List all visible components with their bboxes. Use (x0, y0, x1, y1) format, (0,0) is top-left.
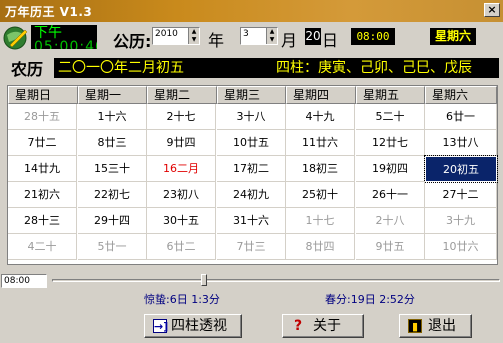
time-value[interactable]: 08:00 (351, 28, 395, 45)
time-slider-track[interactable] (52, 279, 500, 282)
day-cell[interactable]: 25初十 (286, 182, 355, 208)
year-stepper[interactable]: 2010 ▲ ▼ (152, 27, 200, 45)
weekday-header: 星期六 (425, 86, 497, 104)
day-cell[interactable]: 7廿二 (8, 130, 77, 156)
day-cell[interactable]: 1十七 (286, 208, 355, 234)
weekday-header: 星期五 (356, 86, 425, 104)
day-cell[interactable]: 17初二 (217, 156, 286, 182)
sizhu-button[interactable]: →] 四柱透视 (144, 314, 242, 338)
day-cell[interactable]: 11廿六 (286, 130, 355, 156)
weekday-header: 星期一 (78, 86, 147, 104)
year-spin-buttons[interactable]: ▲ ▼ (188, 28, 199, 44)
year-unit: 年 (208, 31, 225, 50)
solar-term-jingzhe: 惊蛰:6日 1:3分 (144, 293, 220, 306)
day-cell[interactable]: 18初三 (286, 156, 355, 182)
question-icon: ? (293, 318, 303, 334)
day-cell[interactable]: 28十三 (8, 208, 77, 234)
day-cell[interactable]: 31十六 (217, 208, 286, 234)
day-cell[interactable]: 27十二 (425, 182, 497, 208)
time-slider-value[interactable]: 08:00 (1, 274, 47, 288)
day-value[interactable]: 20 (305, 28, 321, 45)
exit-button-label: 退出 (428, 318, 456, 334)
day-cell[interactable]: 21初六 (8, 182, 77, 208)
door-icon: ▮ (408, 319, 422, 333)
day-cell[interactable]: 2十八 (356, 208, 425, 234)
day-cell[interactable]: 6廿一 (425, 104, 497, 130)
day-cell[interactable]: 22初七 (78, 182, 147, 208)
day-cell[interactable]: 8廿三 (78, 130, 147, 156)
day-cell[interactable]: 15三十 (78, 156, 147, 182)
weekday-header: 星期三 (217, 86, 286, 104)
clock-display: 下午 05:00:40 (31, 25, 97, 49)
clock-time: 05:00:40 (34, 39, 97, 49)
day-cell[interactable]: 13廿八 (425, 130, 497, 156)
window-title: 万年历王 V1.3 (5, 5, 93, 19)
spin-up-icon[interactable]: ▲ (189, 28, 199, 36)
day-cell[interactable]: 6廿二 (147, 234, 216, 260)
day-cell-month-start[interactable]: 16二月 (147, 156, 216, 182)
day-cell[interactable]: 2十七 (147, 104, 216, 130)
day-unit: 日 (322, 31, 339, 50)
close-button[interactable]: × (484, 3, 500, 17)
about-button-label: 关于 (313, 318, 341, 334)
spin-up-icon[interactable]: ▲ (267, 28, 277, 36)
day-cell[interactable]: 26十一 (356, 182, 425, 208)
spin-down-icon[interactable]: ▼ (267, 36, 277, 44)
sizhu-button-label: 四柱透视 (171, 318, 227, 334)
lunar-date: 二〇一〇年二月初五 (58, 60, 184, 76)
day-cell[interactable]: 28十五 (8, 104, 77, 130)
day-cell[interactable]: 5廿一 (78, 234, 147, 260)
weekday-header: 星期日 (8, 86, 78, 104)
day-cell-selected[interactable]: 20初五 (424, 155, 498, 183)
lunar-info-bar: 二〇一〇年二月初五 四柱：庚寅、己卯、己巳、戊辰 (54, 58, 499, 78)
day-cell[interactable]: 5二十 (356, 104, 425, 130)
day-cell[interactable]: 10廿五 (217, 130, 286, 156)
day-cell[interactable]: 1十六 (78, 104, 147, 130)
day-cell[interactable]: 4二十 (8, 234, 77, 260)
weekday-header: 星期二 (147, 86, 217, 104)
day-cell[interactable]: 10廿六 (425, 234, 497, 260)
day-cell[interactable]: 4十九 (286, 104, 355, 130)
solar-label: 公历: (113, 32, 152, 51)
solar-term-chunfen: 春分:19日 2:52分 (325, 293, 415, 306)
calendar-header: 星期日 星期一 星期二 星期三 星期四 星期五 星期六 (8, 86, 497, 104)
day-cell[interactable]: 8廿四 (286, 234, 355, 260)
day-cell[interactable]: 7廿三 (217, 234, 286, 260)
calendar-globe-icon (3, 25, 29, 51)
day-cell[interactable]: 24初九 (217, 182, 286, 208)
weekday-value: 星期六 (430, 28, 476, 45)
day-cell[interactable]: 3十八 (217, 104, 286, 130)
exit-button[interactable]: ▮ 退出 (399, 314, 472, 338)
day-cell[interactable]: 23初八 (147, 182, 216, 208)
day-cell[interactable]: 3十九 (425, 208, 497, 234)
weekday-header: 星期四 (286, 86, 356, 104)
year-value: 2010 (155, 29, 178, 39)
month-spin-buttons[interactable]: ▲ ▼ (266, 28, 277, 44)
arrow-in-icon: →] (153, 319, 169, 333)
day-cell[interactable]: 14廿九 (8, 156, 77, 182)
about-button[interactable]: ? 关于 (282, 314, 364, 338)
month-stepper[interactable]: 3 ▲ ▼ (240, 27, 278, 45)
sizhu-text: 四柱：庚寅、己卯、己巳、戊辰 (276, 60, 472, 76)
month-unit: 月 (281, 31, 298, 50)
day-cell[interactable]: 12廿七 (356, 130, 425, 156)
day-cell[interactable]: 9廿四 (147, 130, 216, 156)
day-cell[interactable]: 9廿五 (356, 234, 425, 260)
spin-down-icon[interactable]: ▼ (189, 36, 199, 44)
calendar-body: 28十五 1十六 2十七 3十八 4十九 5二十 6廿一 7廿二 8廿三 9廿四… (8, 104, 498, 264)
title-bar[interactable]: 万年历王 V1.3 × (0, 0, 503, 22)
calendar-grid: 星期日 星期一 星期二 星期三 星期四 星期五 星期六 28十五 1十六 2十七… (7, 85, 498, 265)
day-cell[interactable]: 19初四 (356, 156, 425, 182)
lunar-label: 农历 (11, 60, 44, 79)
time-slider-thumb[interactable] (201, 274, 207, 286)
day-cell[interactable]: 29十四 (78, 208, 147, 234)
day-cell[interactable]: 30十五 (147, 208, 216, 234)
month-value: 3 (243, 29, 249, 39)
